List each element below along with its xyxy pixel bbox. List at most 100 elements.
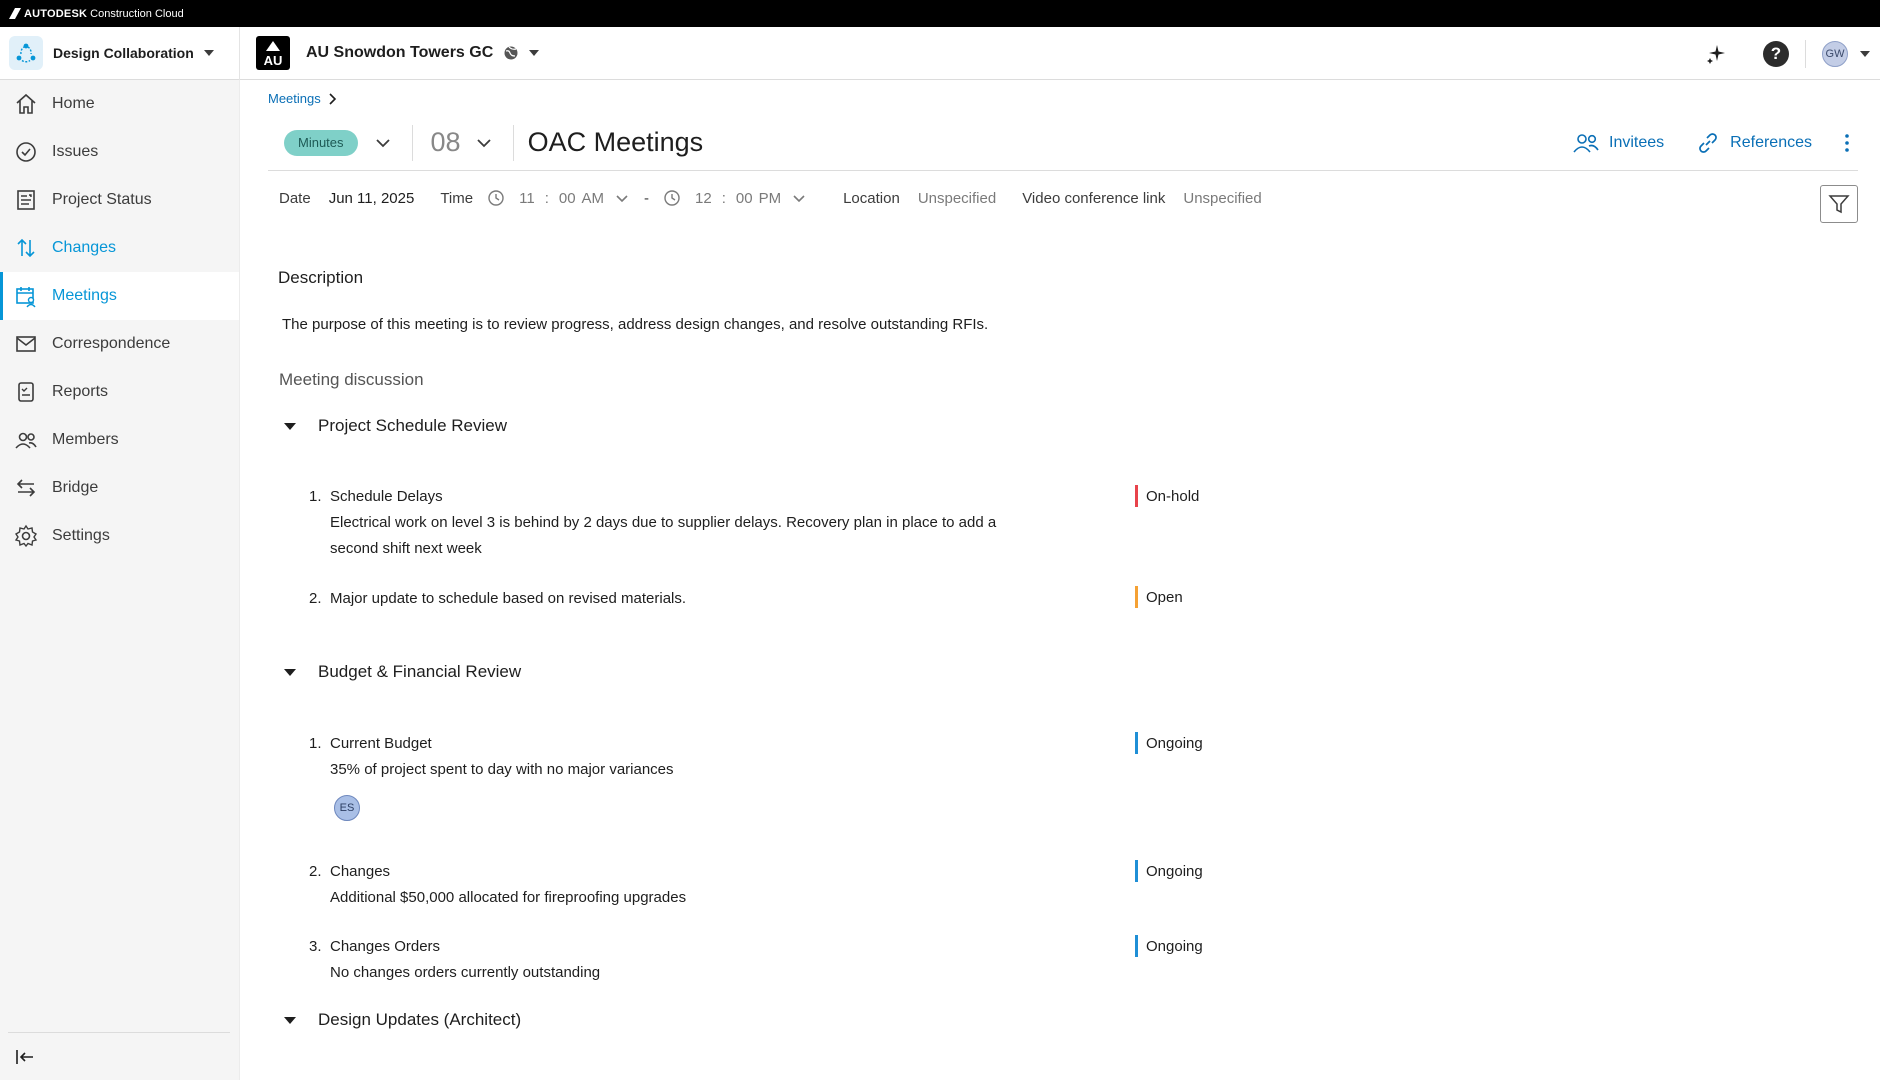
sidebar-item-changes[interactable]: Changes (0, 224, 239, 272)
collapse-sidebar-button[interactable] (8, 1032, 230, 1080)
item-detail: second shift next week (330, 540, 482, 557)
references-button[interactable]: References (1696, 131, 1812, 155)
gear-icon (13, 523, 39, 549)
assignee-avatar[interactable]: ES (334, 795, 360, 821)
sidebar-item-home[interactable]: Home (0, 80, 239, 128)
page-title[interactable]: OAC Meetings (528, 127, 704, 158)
end-time-field[interactable]: 12 : 00 PM (695, 190, 781, 207)
list-item[interactable]: 1. Current Budget 35% of project spent t… (309, 731, 1149, 821)
start-time-field[interactable]: 11 : 00 AM (519, 190, 604, 207)
topic-group-title: Budget & Financial Review (318, 662, 522, 681)
sidebar-item-bridge[interactable]: Bridge (0, 464, 239, 512)
collapse-triangle-icon[interactable] (284, 422, 296, 430)
project-switcher[interactable]: AU AU Snowdon Towers GC (240, 36, 540, 70)
chevron-down-icon[interactable] (1860, 50, 1870, 57)
autodesk-logo-icon (9, 8, 21, 19)
sidebar-item-issues[interactable]: Issues (0, 128, 239, 176)
status-badge[interactable]: Ongoing (1135, 732, 1203, 754)
end-minute[interactable]: 00 (736, 190, 753, 207)
topic-group-title: Project Schedule Review (318, 416, 507, 435)
sidebar-item-label: Meetings (52, 287, 117, 304)
topic-group-title: Design Updates (Architect) (318, 1010, 522, 1029)
more-options-icon[interactable] (1844, 133, 1850, 153)
video-link-field[interactable]: Unspecified (1183, 190, 1261, 207)
list-item[interactable]: 2. Changes Additional $50,000 allocated … (309, 859, 1149, 911)
bridge-icon (13, 475, 39, 501)
topic-group-header[interactable]: Project Schedule Review (284, 416, 507, 436)
location-label: Location (843, 189, 900, 207)
title-divider (411, 124, 413, 161)
collapse-triangle-icon[interactable] (284, 1016, 296, 1024)
invitees-label: Invitees (1609, 134, 1665, 151)
list-item[interactable]: 2. Major update to schedule based on rev… (309, 586, 1149, 612)
chevron-down-icon (203, 50, 214, 56)
meeting-meta: Date Jun 11, 2025 Time 11 : 00 AM - 12 :… (279, 184, 1288, 212)
item-detail: No changes orders currently outstanding (330, 964, 601, 981)
sidebar-item-project-status[interactable]: Project Status (0, 176, 239, 224)
calendar-people-icon (13, 283, 39, 309)
invitees-button[interactable]: Invitees (1573, 132, 1664, 154)
chevron-down-icon[interactable] (374, 134, 392, 152)
chevron-right-icon (329, 92, 336, 105)
topic-group-header[interactable]: Design Updates (Architect) (284, 1010, 521, 1030)
user-avatar[interactable]: GW (1822, 40, 1848, 67)
design-collaboration-icon (9, 36, 43, 70)
chevron-down-icon[interactable] (475, 134, 493, 152)
start-minute[interactable]: 00 (559, 190, 576, 207)
chevron-down-icon[interactable] (791, 190, 807, 206)
breadcrumb-meetings-link[interactable]: Meetings (268, 91, 321, 106)
sidebar-item-label: Issues (52, 143, 99, 160)
status-badge[interactable]: On-hold (1135, 485, 1199, 507)
item-detail: Additional $50,000 allocated for firepro… (330, 889, 687, 906)
status-badge[interactable]: Open (1135, 586, 1183, 608)
app-header: Design Collaboration AU AU Snowdon Tower… (0, 26, 1880, 80)
arrows-icon (13, 235, 39, 261)
globe-icon (504, 46, 518, 60)
sidebar-item-meetings[interactable]: Meetings (0, 272, 239, 320)
sidebar-item-label: Reports (52, 383, 109, 400)
chevron-down-icon[interactable] (614, 190, 630, 206)
status-badge[interactable]: Ongoing (1135, 935, 1203, 957)
list-item[interactable]: 3. Changes Orders No changes orders curr… (309, 934, 1149, 986)
sidebar-item-settings[interactable]: Settings (0, 512, 239, 560)
description-heading: Description (278, 268, 364, 287)
time-colon: : (721, 189, 726, 207)
report-icon (13, 187, 39, 213)
date-field[interactable]: Jun 11, 2025 (329, 190, 415, 207)
sidebar-item-members[interactable]: Members (0, 416, 239, 464)
status-badge[interactable]: Minutes (284, 129, 358, 156)
sidebar-item-correspondence[interactable]: Correspondence (0, 320, 239, 368)
title-divider (512, 124, 514, 161)
brand-product-line: Construction Cloud (90, 7, 184, 20)
sidebar-item-label: Settings (52, 527, 110, 544)
title-actions: Invitees References (1573, 115, 1858, 171)
end-hour[interactable]: 12 (695, 190, 712, 207)
sidebar-item-reports[interactable]: Reports (0, 368, 239, 416)
item-title: Schedule Delays (330, 488, 443, 505)
help-button[interactable]: ? (1763, 40, 1789, 67)
references-label: References (1730, 134, 1812, 151)
ai-sparkle-icon[interactable] (1705, 43, 1727, 65)
time-label: Time (440, 189, 474, 207)
product-switcher[interactable]: Design Collaboration (0, 26, 240, 80)
status-badge[interactable]: Ongoing (1135, 860, 1203, 882)
breadcrumb[interactable]: Meetings (268, 91, 339, 106)
filter-button[interactable] (1820, 185, 1858, 223)
collapse-triangle-icon[interactable] (284, 668, 296, 676)
filter-icon (1828, 195, 1850, 214)
end-ampm[interactable]: PM (759, 190, 782, 207)
start-hour[interactable]: 11 (519, 190, 535, 207)
list-item[interactable]: 1. Schedule Delays Electrical work on le… (309, 484, 1149, 562)
item-title: Major update to schedule based on revise… (330, 590, 687, 607)
check-circle-icon (13, 139, 39, 165)
description-text[interactable]: The purpose of this meeting is to review… (282, 316, 988, 333)
project-name: AU Snowdon Towers GC (306, 44, 494, 61)
topic-group-header[interactable]: Budget & Financial Review (284, 662, 521, 682)
start-ampm[interactable]: AM (582, 190, 605, 207)
sidebar-item-label: Changes (52, 239, 117, 256)
location-field[interactable]: Unspecified (918, 190, 996, 207)
clipboard-icon (13, 379, 39, 405)
project-logo: AU (256, 36, 290, 70)
collapse-left-icon (16, 1049, 33, 1064)
meeting-number[interactable]: 08 (431, 127, 461, 158)
